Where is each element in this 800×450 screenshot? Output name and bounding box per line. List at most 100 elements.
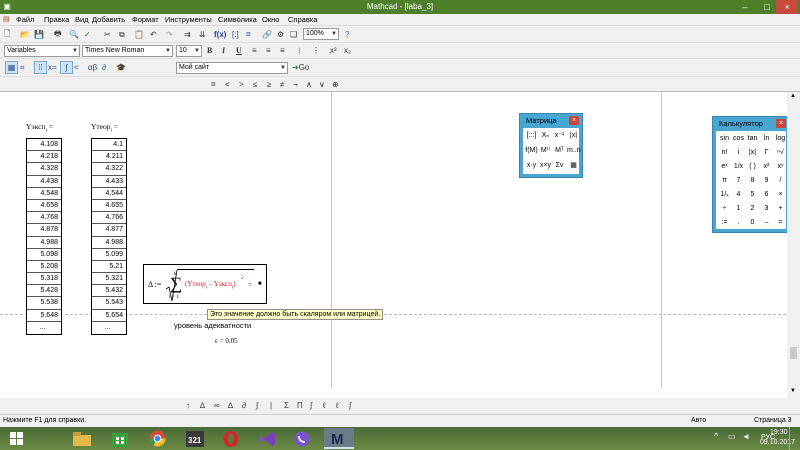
media-app-icon[interactable]: 321	[180, 428, 210, 449]
calculator-panel-key[interactable]: 5	[746, 189, 759, 201]
align-across-icon[interactable]: ⇉	[184, 28, 191, 41]
calculator-panel-key[interactable]: cos	[732, 133, 745, 145]
yexp-cell[interactable]: 5.098	[27, 249, 61, 261]
matrix-panel-key[interactable]: Xₙ	[539, 130, 552, 142]
matrix-panel-key[interactable]: [:::]	[525, 130, 538, 142]
yteor-cell[interactable]: 5.654	[92, 310, 126, 322]
redo-icon[interactable]: ↷	[166, 28, 173, 41]
matrix-panel-key[interactable]: x⁻¹	[553, 130, 566, 142]
yteor-cell[interactable]: 5.432	[92, 285, 126, 298]
greek-toolbar-icon[interactable]: ∂	[102, 61, 106, 74]
go-button[interactable]: ➜ Go	[292, 61, 309, 74]
calculator-panel-key[interactable]: :=	[718, 217, 731, 229]
scroll-up-icon[interactable]: ▲	[790, 93, 796, 99]
yexp-cell[interactable]: 4.988	[27, 237, 61, 249]
calculator-panel-key[interactable]: 4	[732, 189, 745, 201]
calculator-panel-key[interactable]: –	[760, 217, 773, 229]
minimize-button[interactable]: –	[734, 0, 756, 14]
calculator-panel-key[interactable]: n!	[718, 147, 731, 159]
bool-xor-button[interactable]: ⊕	[332, 78, 339, 91]
superscript-icon[interactable]: x²	[330, 44, 337, 57]
yteor-cell[interactable]: 5.321	[92, 273, 126, 286]
visual-studio-icon[interactable]	[252, 428, 282, 449]
bool-ge-button[interactable]: ≥	[267, 78, 271, 91]
bool-greater-button[interactable]: >	[239, 78, 244, 91]
yteor-cell[interactable]: 5.21	[92, 261, 126, 274]
yexp-cell[interactable]: 5.538	[27, 297, 61, 310]
subscript-icon[interactable]: x₂	[344, 44, 351, 57]
tray-expand-icon[interactable]: ^	[714, 431, 718, 441]
matrix-panel[interactable]: Матрица × [:::] Xₙ x⁻¹ |x| f(M) M⁽⁾ Mᵀ m..n x·y x…	[519, 113, 583, 178]
align-center-icon[interactable]: ≡	[266, 44, 271, 57]
insert-hyperlink-icon[interactable]: 🔗	[262, 28, 272, 41]
calculator-panel-key[interactable]: xʸ	[774, 161, 787, 173]
yteor-cell[interactable]: 4.1	[92, 139, 126, 152]
network-icon[interactable]: ▭	[728, 432, 736, 441]
doc-icon[interactable]: ▤	[3, 15, 10, 23]
yteor-cell[interactable]: 4.655	[92, 200, 126, 213]
calculator-panel[interactable]: Калькулятор × sin cos tan ln log n! i |x| Γⁿ√ eˣ 1…	[712, 116, 790, 233]
yexp-cell[interactable]: 4.438	[27, 176, 61, 188]
yexp-cell[interactable]: 4.768	[27, 212, 61, 225]
menu-help[interactable]: Справка	[288, 15, 317, 24]
bool-equal-button[interactable]: =	[211, 78, 216, 91]
calculator-panel-key[interactable]: eˣ	[718, 161, 731, 173]
calculator-panel-key[interactable]: ( )	[746, 161, 759, 173]
close-button[interactable]: ×	[776, 0, 798, 14]
show-desktop-button[interactable]	[789, 427, 798, 450]
copy-icon[interactable]: ⧉	[119, 28, 125, 41]
bullets-icon[interactable]: ⁝	[298, 44, 301, 57]
calculator-panel-key[interactable]: +	[774, 203, 787, 215]
matrix-toolbar-icon[interactable]: ⁞⁞	[34, 61, 47, 74]
sum-icon[interactable]: Σ	[284, 399, 289, 412]
calculator-panel-key[interactable]: 3	[760, 203, 773, 215]
bool-and-button[interactable]: ∧	[306, 78, 312, 91]
calculator-panel-key[interactable]: Γ	[760, 147, 773, 159]
delta-formula[interactable]: Δ := k ∑ i = 1 (Yтеорi – Yэкспi) 2 = ■	[143, 264, 267, 304]
bool-le-button[interactable]: ≤	[253, 78, 257, 91]
yteor-cell[interactable]: 4.322	[92, 163, 126, 176]
yexp-cell[interactable]: 5.428	[27, 285, 61, 298]
calculus-toolbar-icon[interactable]: ∫	[60, 61, 73, 74]
infinity-icon[interactable]: ∞	[214, 399, 220, 412]
calculator-panel-key[interactable]: x²	[760, 161, 773, 173]
windows-start-icon[interactable]	[2, 428, 32, 449]
calculator-panel-key[interactable]: log	[774, 133, 787, 145]
epsilon-value[interactable]: ε = 0.05	[215, 337, 238, 345]
matrix-panel-key[interactable]: M⁽⁾	[539, 145, 552, 157]
calculator-panel-key[interactable]: tan	[746, 133, 759, 145]
cut-icon[interactable]: ✂	[104, 28, 111, 41]
sym-icon-2[interactable]: ∆	[200, 399, 205, 412]
paste-icon[interactable]: 📋	[134, 28, 144, 41]
yteor-cell[interactable]: 4.877	[92, 224, 126, 237]
calculator-panel-key[interactable]: 1	[732, 203, 745, 215]
yteor-cell[interactable]: 4.766	[92, 212, 126, 225]
italic-button[interactable]: I	[222, 44, 225, 57]
calculator-panel-key[interactable]: .	[732, 217, 745, 229]
sym-icon-1[interactable]: ↑	[186, 399, 190, 412]
store-icon[interactable]	[105, 428, 135, 449]
programming-toolbar-icon[interactable]: αβ	[88, 61, 97, 74]
font-select[interactable]: Times New Roman ▼	[82, 45, 173, 57]
underline-button[interactable]: U	[236, 44, 242, 57]
worksheet[interactable]: Yэкспi = Yтеорi = 4.108 4.218 4.328 4.438 4.…	[0, 92, 786, 398]
calculator-panel-key[interactable]: 1/ₓ	[718, 189, 731, 201]
yteor-cell[interactable]: 4.433	[92, 176, 126, 188]
calculator-panel-key[interactable]: ln	[760, 133, 773, 145]
product-icon[interactable]: Π	[297, 399, 303, 412]
yteor-cell[interactable]: ...	[92, 322, 126, 334]
new-icon[interactable]: 🗋	[4, 28, 10, 41]
sym-icon-5[interactable]: ∂	[242, 399, 246, 412]
sym-icon-11[interactable]: ℓ	[323, 399, 326, 412]
menu-edit[interactable]: Правка	[44, 15, 69, 24]
matrix-panel-key[interactable]: x·y	[525, 160, 538, 172]
calculator-panel-key[interactable]: 1/x	[732, 161, 745, 173]
resource-icon[interactable]: ❑	[290, 28, 297, 41]
calculator-panel-key[interactable]: π	[718, 175, 731, 187]
yteor-cell[interactable]: 5.099	[92, 249, 126, 261]
scroll-down-icon[interactable]: ▼	[790, 388, 796, 394]
sym-icon-13[interactable]: ∫	[349, 399, 351, 412]
preview-icon[interactable]: 🔍	[69, 28, 79, 41]
menu-symbolics[interactable]: Символика	[218, 15, 257, 24]
bool-or-button[interactable]: ∨	[319, 78, 325, 91]
